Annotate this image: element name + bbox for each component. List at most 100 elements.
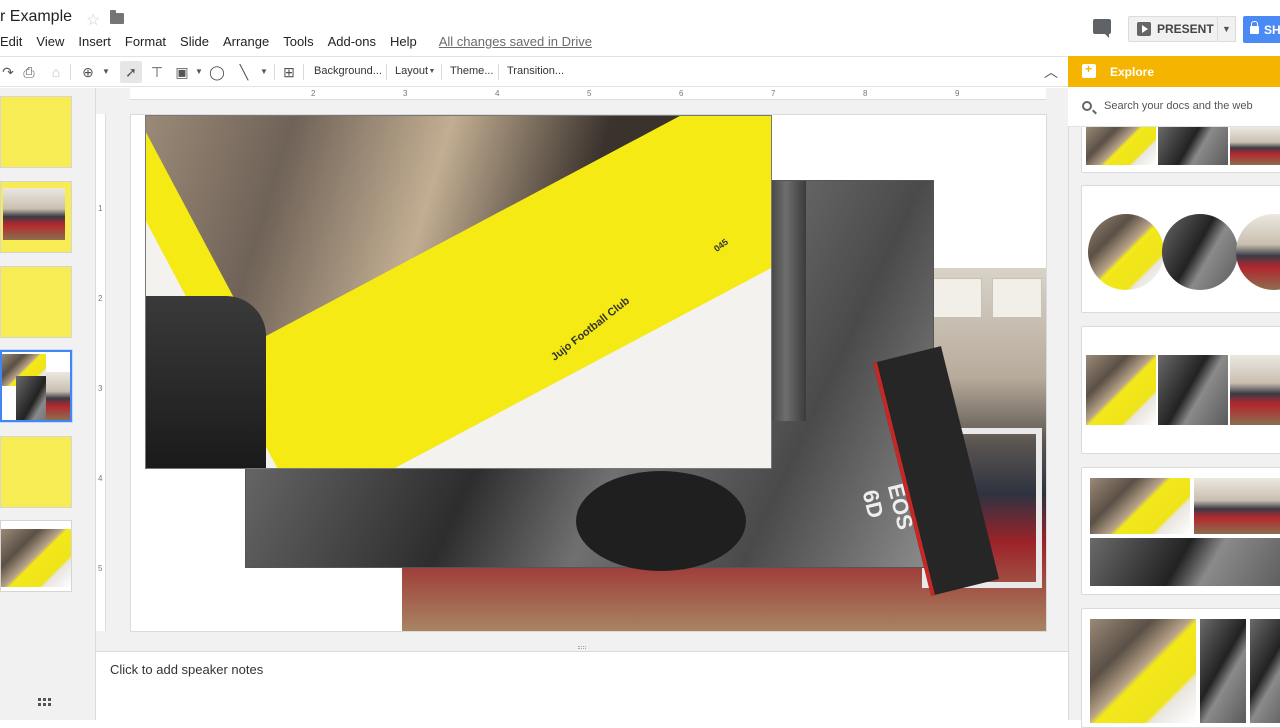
explore-header: Explore [1068, 56, 1280, 87]
slide-thumbnail[interactable] [0, 520, 72, 592]
ruler-number: 9 [955, 89, 960, 98]
menu-format[interactable]: Format [125, 34, 166, 50]
book-photo[interactable]: Jujo Football Club 045 [145, 115, 772, 469]
select-icon[interactable]: ➚ [123, 64, 139, 80]
menu-tools[interactable]: Tools [283, 34, 313, 50]
slide-filmstrip [0, 88, 96, 720]
speaker-notes-placeholder[interactable]: Click to add speaker notes [110, 662, 263, 677]
result-photo [1200, 619, 1246, 723]
background-button[interactable]: Background... [314, 65, 382, 77]
app-header: r Example ☆ Edit View Insert Format Slid… [0, 0, 1280, 56]
result-photo [1090, 538, 1280, 586]
slide-thumbnail[interactable] [0, 266, 72, 338]
ruler-number: 7 [771, 89, 776, 98]
lock-icon [1250, 20, 1259, 34]
explore-result-card[interactable] [1081, 467, 1280, 595]
theme-button[interactable]: Theme... [450, 65, 493, 77]
lens-shape [576, 471, 746, 571]
explore-result-card[interactable] [1081, 326, 1280, 454]
slide-thumbnail[interactable] [0, 181, 72, 253]
folder-icon[interactable] [110, 10, 124, 24]
menu-bar: Edit View Insert Format Slide Arrange To… [0, 34, 592, 50]
result-photo [1158, 355, 1228, 425]
ruler-number: 2 [311, 89, 316, 98]
ruler-number: 3 [403, 89, 408, 98]
ruler-number: 8 [863, 89, 868, 98]
search-icon [1082, 101, 1092, 111]
toolbar-divider [70, 64, 71, 80]
explore-result-card[interactable] [1081, 185, 1280, 313]
result-photo [1162, 214, 1238, 290]
explore-search-input[interactable] [1104, 97, 1274, 115]
menu-view[interactable]: View [36, 34, 64, 50]
star-icon[interactable]: ☆ [86, 10, 100, 30]
layout-dropdown-icon[interactable]: ▼ [424, 64, 440, 80]
slide-thumbnail[interactable] [0, 436, 72, 508]
shape-icon[interactable]: ◯ [209, 64, 225, 80]
hand-shape [146, 296, 266, 468]
explore-icon [1082, 62, 1096, 78]
camera-strap-text: EOS 6D [857, 481, 919, 533]
document-title[interactable]: r Example [0, 8, 72, 26]
present-button[interactable]: PRESENT [1128, 16, 1218, 42]
ruler-number: 3 [98, 384, 103, 393]
result-photo [1158, 127, 1228, 165]
toolbar-divider [386, 64, 387, 80]
menu-edit[interactable]: Edit [0, 34, 22, 50]
explore-result-card[interactable] [1081, 608, 1280, 728]
menu-insert[interactable]: Insert [78, 34, 111, 50]
grid-view-icon[interactable] [38, 698, 51, 710]
toolbar-divider [498, 64, 499, 80]
banner-shape [992, 278, 1042, 318]
slide-thumbnail[interactable] [0, 96, 72, 168]
result-photo [1086, 127, 1156, 165]
notes-resize-handle[interactable] [578, 646, 586, 649]
transition-button[interactable]: Transition... [507, 65, 564, 77]
result-photo [1230, 127, 1280, 165]
result-photo [1194, 478, 1280, 534]
menu-help[interactable]: Help [390, 34, 417, 50]
share-label: SH [1264, 22, 1280, 37]
line-dropdown-icon[interactable]: ▼ [256, 64, 272, 80]
paint-format-icon[interactable]: ⌂ [48, 64, 64, 80]
image-dropdown-icon[interactable]: ▼ [191, 64, 207, 80]
result-photo [1090, 478, 1190, 534]
menu-arrange[interactable]: Arrange [223, 34, 269, 50]
result-photo [1086, 355, 1156, 425]
textbox-icon[interactable]: ⊤ [149, 64, 165, 80]
save-status-link[interactable]: All changes saved in Drive [439, 34, 592, 50]
present-icon [1137, 22, 1151, 36]
toolbar-divider [441, 64, 442, 80]
present-dropdown-button[interactable]: ▼ [1218, 16, 1236, 42]
explore-title: Explore [1110, 65, 1155, 79]
horizontal-ruler[interactable]: 2 3 4 5 6 7 8 9 [130, 88, 1046, 100]
explore-search-bar [1068, 87, 1280, 127]
redo-icon[interactable]: ↷ [0, 64, 16, 80]
ruler-number: 4 [495, 89, 500, 98]
vertical-ruler[interactable]: 1 2 3 4 5 [96, 114, 106, 631]
thumbnail-photo [1, 529, 71, 587]
toolbar-divider [274, 64, 275, 80]
ruler-number: 2 [98, 294, 103, 303]
slide-thumbnail-selected[interactable] [0, 350, 72, 422]
print-icon[interactable]: ⎙ [21, 64, 37, 80]
result-photo [1230, 355, 1280, 425]
collapse-icon[interactable]: ︿ [1043, 64, 1059, 80]
share-button[interactable]: SH [1243, 16, 1280, 43]
ruler-number: 6 [679, 89, 684, 98]
zoom-icon[interactable]: ⊕ [80, 64, 96, 80]
menu-slide[interactable]: Slide [180, 34, 209, 50]
thumbnail-photo [3, 188, 65, 240]
explore-result-card[interactable] [1081, 127, 1280, 173]
zoom-dropdown-icon[interactable]: ▼ [98, 64, 114, 80]
toolbar-divider [303, 64, 304, 80]
line-icon[interactable]: ╲ [236, 64, 252, 80]
slide-canvas[interactable]: EOS 6D Jujo Football Club 045 [130, 114, 1047, 632]
result-photo [1090, 619, 1196, 723]
menu-addons[interactable]: Add-ons [328, 34, 376, 50]
comment-icon[interactable] [1093, 19, 1111, 38]
ruler-number: 5 [587, 89, 592, 98]
image-icon[interactable]: ▣ [174, 64, 190, 80]
add-comment-icon[interactable]: ⊞ [281, 64, 297, 80]
thumbnail-photo [46, 372, 70, 420]
